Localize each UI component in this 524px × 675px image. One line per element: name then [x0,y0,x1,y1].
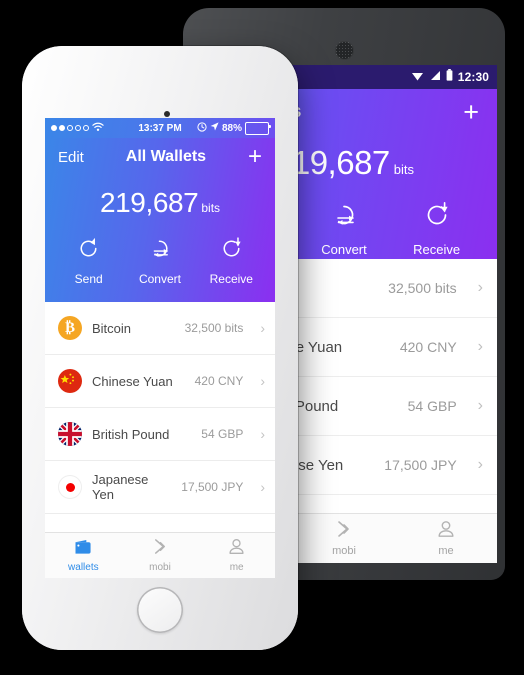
add-wallet-button[interactable]: + [248,145,262,169]
tab-me[interactable]: me [198,533,275,578]
list-item[interactable]: Japanese Yen 17,500 JPY › [45,461,275,514]
receive-circle-arrow-down-icon [420,202,454,236]
uk-flag-badge [58,422,82,446]
android-convert-button[interactable]: Convert [300,198,388,257]
edit-button[interactable]: Edit [58,149,84,166]
ios-clock: 13:37 PM [138,122,182,134]
wallet-name: Japanese Yen [92,472,149,502]
ios-tab-bar: wallets mobi me [45,532,275,578]
wallet-icon [74,539,93,560]
convert-circle-arrows-icon [327,205,361,236]
list-item[interactable]: ₿ Bitcoin 32,500 bits › [45,302,275,355]
convert-label: Convert [138,272,181,286]
chevron-right-icon: › [260,479,265,495]
battery-icon [245,121,272,135]
tab-wallets-label: wallets [68,561,99,573]
iphone-screen: 13:37 PM 88% Edit All Wallets + 219,687 b… [45,118,275,578]
android-receive-label: Receive [413,242,461,257]
battery-icon [446,68,453,86]
send-button[interactable]: Send [54,234,124,286]
chevron-right-icon: › [260,426,265,442]
list-item[interactable]: British Pound 54 GBP › [45,408,275,461]
bitcoin-badge: ₿ [58,316,82,340]
convert-circle-arrows-icon [145,240,174,267]
android-receive-button[interactable]: Receive [393,198,481,257]
android-earpiece-speaker-icon [335,41,354,60]
android-wallet-amount: 32,500 bits [388,280,457,296]
android-tab-me-label: me [438,545,454,557]
chevron-right-icon: › [260,373,265,389]
receive-circle-arrow-down-icon [217,237,246,267]
person-icon [227,538,246,560]
iphone-mockup: 13:37 PM 88% Edit All Wallets + 219,687 b… [22,46,298,650]
wallet-name: British Pound [92,426,170,442]
tab-mobi-label: mobi [149,562,171,573]
wallet-amount: 32,500 bits [184,321,244,335]
chevron-right-icon: › [477,456,483,473]
send-circle-arrow-up-icon [74,237,103,267]
total-balance: 219,687 bits [45,187,275,219]
tab-me-label: me [229,562,244,573]
balance-amount: 219,687 [99,187,199,218]
cellular-dots-icon [51,125,89,131]
android-wallet-amount: 420 CNY [399,339,457,355]
ios-wallet-header: Edit All Wallets + 219,687 bits Send Con… [45,138,275,302]
list-item[interactable]: Chinese Yuan 420 CNY › [45,355,275,408]
wallet-amount: 420 CNY [194,374,244,388]
android-wallet-amount: 54 GBP [407,398,457,414]
wallet-amount: 17,500 JPY [181,480,244,494]
send-label: Send [74,272,103,286]
wallet-amount: 54 GBP [201,427,244,441]
convert-button[interactable]: Convert [125,234,195,286]
receive-label: Receive [209,272,253,286]
ios-action-row: Send Convert Receive [45,234,275,286]
battery-percent-label: 88% [222,122,243,134]
cellular-signal-icon [429,68,441,86]
chevron-right-icon: › [477,338,483,355]
double-chevron-icon [334,520,354,543]
page-title: All Wallets [125,148,207,165]
wallet-name: Bitcoin [92,320,132,336]
japan-flag-badge [58,475,82,499]
android-balance-unit: bits [393,162,415,177]
alarm-icon [197,121,207,135]
chevron-right-icon: › [260,320,265,336]
double-chevron-icon [151,538,170,560]
ios-navbar: Edit All Wallets + [45,138,275,169]
wallet-list: ₿ Bitcoin 32,500 bits › Chinese Yuan 420… [45,302,275,514]
android-clock: 12:30 [457,70,489,84]
chevron-right-icon: › [477,279,483,296]
android-convert-label: Convert [321,242,367,257]
location-arrow-icon [210,122,219,134]
ios-status-bar: 13:37 PM 88% [45,118,275,138]
china-flag-badge [58,369,82,393]
tab-wallets[interactable]: wallets [45,533,122,578]
android-wallet-amount: 17,500 JPY [384,457,457,473]
receive-button[interactable]: Receive [196,234,266,286]
tab-mobi[interactable]: mobi [122,533,199,578]
person-icon [436,520,456,543]
wifi-icon [92,122,104,135]
android-add-wallet-button[interactable]: + [463,98,479,125]
android-tab-me[interactable]: me [395,514,497,563]
iphone-home-button[interactable] [137,587,183,633]
ios-status-right: 88% [182,121,272,135]
wifi-icon [411,68,424,86]
android-tab-mobi-label: mobi [332,545,356,557]
balance-unit: bits [201,201,221,215]
android-tab-mobi[interactable]: mobi [293,514,395,563]
ios-status-left [51,122,138,135]
chevron-right-icon: › [477,397,483,414]
wallet-name: Chinese Yuan [92,373,173,389]
iphone-proximity-sensor-icon [164,111,170,117]
